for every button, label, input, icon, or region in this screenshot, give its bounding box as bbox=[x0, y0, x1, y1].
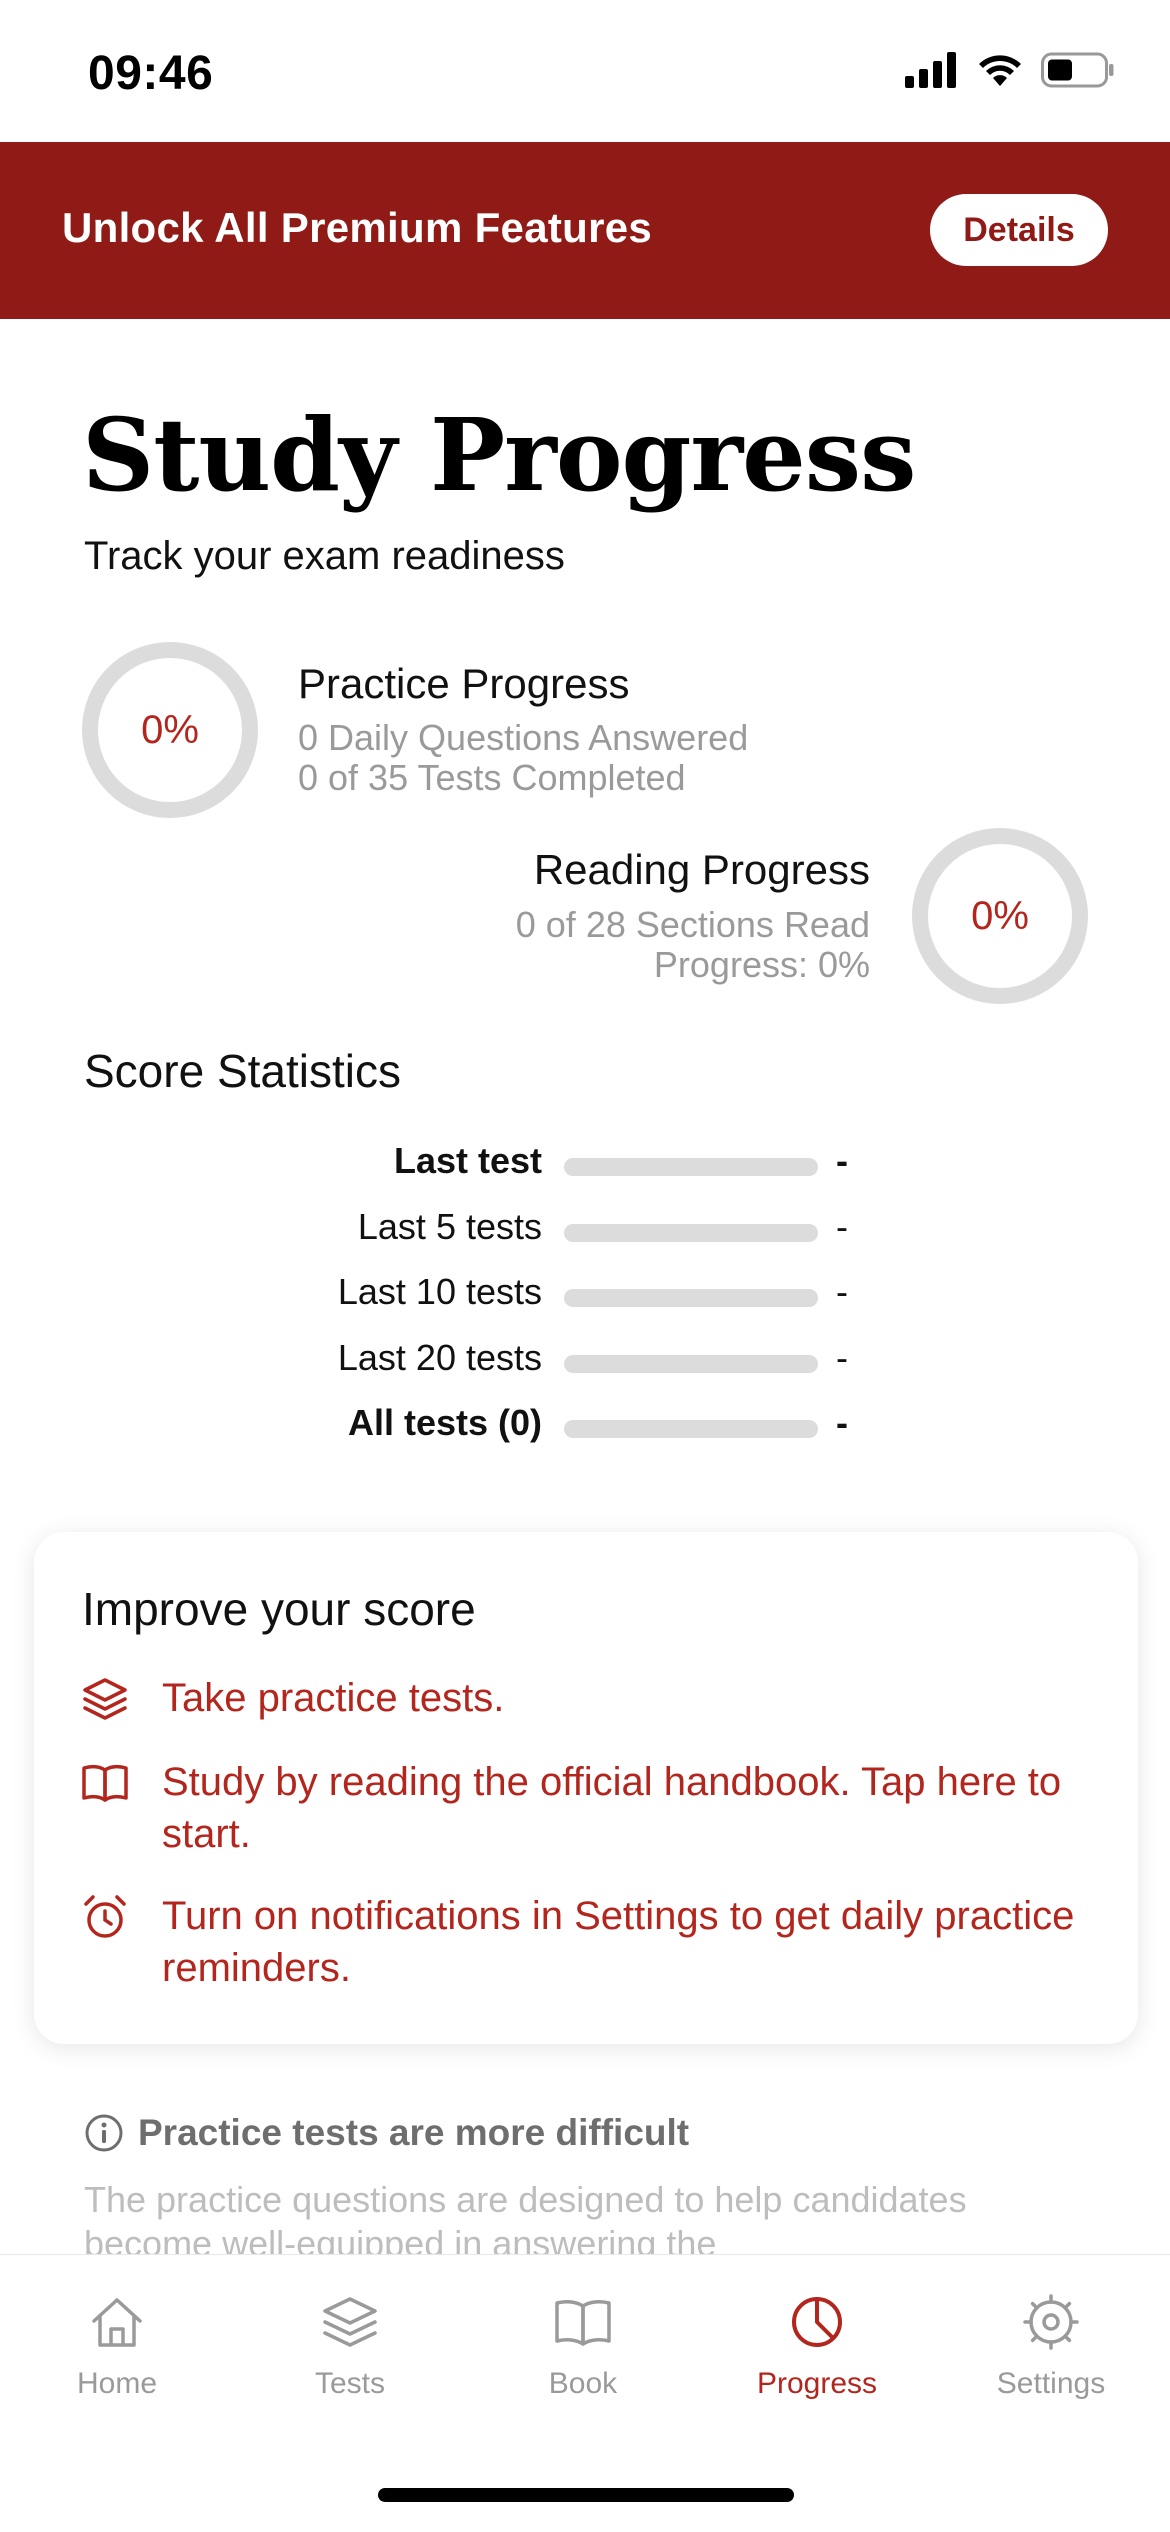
home-icon bbox=[92, 2298, 142, 2347]
tip-notifications[interactable]: Turn on notifications in Settings to get… bbox=[80, 1890, 1100, 1994]
status-bar: 09:46 bbox=[0, 0, 1170, 142]
stat-bar bbox=[564, 1224, 818, 1242]
tip-text: Turn on notifications in Settings to get… bbox=[162, 1894, 1075, 1990]
stat-row-last-test: Last test - bbox=[0, 1140, 1170, 1190]
info-heading: Practice tests are more difficult bbox=[84, 2112, 689, 2154]
home-indicator[interactable] bbox=[378, 2488, 794, 2502]
improve-score-title: Improve your score bbox=[82, 1583, 476, 1635]
tab-label: Tests bbox=[314, 2367, 386, 2400]
stat-value: - bbox=[836, 1206, 848, 1247]
practice-progress-tests: 0 of 35 Tests Completed bbox=[298, 757, 686, 798]
stat-label: Last 5 tests bbox=[357, 1206, 542, 1247]
reading-progress-heading: Reading Progress bbox=[533, 846, 870, 893]
wifi-icon bbox=[979, 55, 1021, 86]
stat-label: Last 20 tests bbox=[337, 1337, 542, 1378]
practice-progress-ring: 0% bbox=[82, 642, 258, 818]
improve-score-card: Improve your score Take practice tests. … bbox=[34, 1532, 1138, 2044]
info-body: The practice questions are designed to h… bbox=[84, 2179, 967, 2264]
practice-progress-questions: 0 Daily Questions Answered bbox=[298, 717, 749, 758]
pie-chart-icon bbox=[792, 2297, 842, 2347]
stat-value: - bbox=[836, 1140, 848, 1181]
info-icon bbox=[85, 2114, 123, 2152]
practice-progress-heading: Practice Progress bbox=[298, 660, 630, 707]
tip-read-handbook[interactable]: Study by reading the official handbook. … bbox=[80, 1756, 1100, 1860]
reading-progress-percent-text: Progress: 0% bbox=[653, 944, 870, 985]
page-title: Study Progress bbox=[82, 396, 916, 514]
tab-settings[interactable]: Settings bbox=[951, 2291, 1151, 2401]
stat-bar bbox=[564, 1355, 818, 1373]
reading-progress-percent: 0% bbox=[971, 893, 1029, 938]
book-icon bbox=[82, 1764, 128, 1802]
layers-icon bbox=[323, 2297, 377, 2347]
tip-text: Take practice tests. bbox=[162, 1676, 505, 1720]
reading-progress-ring: 0% bbox=[912, 828, 1088, 1004]
stat-bar bbox=[564, 1289, 818, 1307]
details-button[interactable]: Details bbox=[930, 194, 1108, 266]
stat-value: - bbox=[836, 1402, 848, 1443]
signal-icon bbox=[905, 52, 956, 88]
info-heading-text: Practice tests are more difficult bbox=[138, 2112, 690, 2153]
gear-icon bbox=[1023, 2294, 1079, 2350]
reading-progress-sections: 0 of 28 Sections Read bbox=[515, 904, 870, 945]
status-time: 09:46 bbox=[88, 47, 214, 100]
stat-label: Last 10 tests bbox=[337, 1271, 542, 1312]
tab-label: Book bbox=[548, 2367, 618, 2400]
book-icon bbox=[555, 2300, 611, 2346]
stat-row-all-tests: All tests (0) - bbox=[0, 1402, 1170, 1452]
page-subtitle: Track your exam readiness bbox=[84, 534, 565, 578]
tab-label: Progress bbox=[756, 2367, 878, 2400]
stat-value: - bbox=[836, 1337, 848, 1378]
tab-progress[interactable]: Progress bbox=[717, 2291, 917, 2401]
stat-row-last-10: Last 10 tests - bbox=[0, 1271, 1170, 1321]
practice-progress-percent: 0% bbox=[141, 707, 199, 752]
stat-label: Last test bbox=[393, 1140, 542, 1181]
alarm-clock-icon bbox=[84, 1895, 126, 1938]
stat-bar bbox=[564, 1420, 818, 1438]
premium-banner[interactable]: Unlock All Premium Features Details bbox=[0, 142, 1170, 319]
tab-home[interactable]: Home bbox=[17, 2291, 217, 2401]
premium-banner-text: Unlock All Premium Features bbox=[62, 204, 653, 251]
tab-tests[interactable]: Tests bbox=[250, 2291, 450, 2401]
stat-row-last-5: Last 5 tests - bbox=[0, 1206, 1170, 1256]
layers-icon bbox=[83, 1678, 127, 1720]
stat-label: All tests (0) bbox=[347, 1402, 542, 1443]
tab-label: Home bbox=[76, 2367, 158, 2400]
stat-value: - bbox=[836, 1271, 848, 1312]
tip-practice-tests[interactable]: Take practice tests. bbox=[80, 1672, 1100, 1724]
stat-row-last-20: Last 20 tests - bbox=[0, 1337, 1170, 1387]
tab-book[interactable]: Book bbox=[483, 2291, 683, 2401]
stat-bar bbox=[564, 1158, 818, 1176]
battery-icon bbox=[1041, 52, 1114, 88]
score-statistics-title: Score Statistics bbox=[84, 1045, 401, 1097]
tip-text: Study by reading the official handbook. … bbox=[162, 1760, 1062, 1856]
tab-label: Settings bbox=[996, 2367, 1106, 2400]
